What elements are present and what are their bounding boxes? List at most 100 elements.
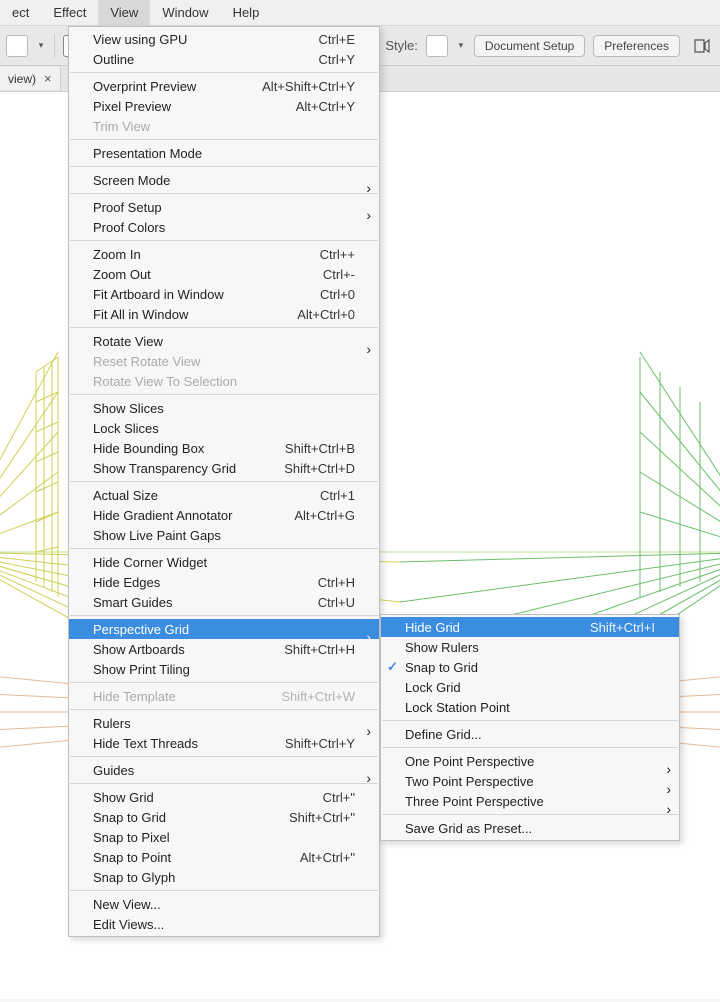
view-menu-item-proof-colors[interactable]: Proof Colors — [69, 217, 379, 237]
document-tab[interactable]: view) × — [0, 67, 61, 90]
view-menu-item-snap-to-grid[interactable]: Snap to GridShift+Ctrl+" — [69, 807, 379, 827]
menu-item-effect[interactable]: Effect — [41, 0, 98, 25]
view-menu-item-edit-views[interactable]: Edit Views... — [69, 914, 379, 934]
view-menu-item-pixel-preview[interactable]: Pixel PreviewAlt+Ctrl+Y — [69, 96, 379, 116]
menu-separator — [70, 166, 378, 167]
view-menu-item-hide-gradient-annotator[interactable]: Hide Gradient AnnotatorAlt+Ctrl+G — [69, 505, 379, 525]
document-setup-button[interactable]: Document Setup — [474, 35, 585, 57]
view-menu-item-overprint-preview[interactable]: Overprint Preview Alt+Shift+Ctrl+Y — [69, 76, 379, 96]
menu-separator — [70, 783, 378, 784]
menu-item-shortcut: Alt+Shift+Ctrl+Y — [262, 79, 355, 94]
view-menu-item-actual-size[interactable]: Actual SizeCtrl+1 — [69, 485, 379, 505]
submenu-item-lock-grid[interactable]: Lock Grid — [381, 677, 679, 697]
view-menu-item-zoom-in[interactable]: Zoom InCtrl++ — [69, 244, 379, 264]
menu-item-shortcut: Ctrl+" — [323, 790, 355, 805]
menu-item-shortcut: Shift+Ctrl+D — [284, 461, 355, 476]
menu-item-label: Show Print Tiling — [93, 662, 355, 677]
style-dropdown-icon[interactable] — [456, 40, 466, 52]
view-menu-item-fit-all-in-window[interactable]: Fit All in WindowAlt+Ctrl+0 — [69, 304, 379, 324]
view-menu-item-smart-guides[interactable]: Smart Guides Ctrl+U — [69, 592, 379, 612]
menu-item-shortcut: Ctrl+H — [318, 575, 355, 590]
menu-item-shortcut: Alt+Ctrl+Y — [296, 99, 355, 114]
menu-separator — [382, 720, 678, 721]
submenu-item-snap-to-grid[interactable]: Snap to Grid — [381, 657, 679, 677]
view-menu-item-view-using-gpu[interactable]: View using GPUCtrl+E — [69, 29, 379, 49]
menu-item-view[interactable]: View — [98, 0, 150, 25]
menu-separator — [70, 394, 378, 395]
menu-item-select[interactable]: ect — [0, 0, 41, 25]
view-menu-item-fit-artboard-in-window[interactable]: Fit Artboard in WindowCtrl+0 — [69, 284, 379, 304]
submenu-item-three-point-perspective[interactable]: Three Point Perspective — [381, 791, 679, 811]
submenu-item-one-point-perspective[interactable]: One Point Perspective — [381, 751, 679, 771]
view-menu-item-hide-template: Hide TemplateShift+Ctrl+W — [69, 686, 379, 706]
menu-item-label: Three Point Perspective — [405, 794, 655, 809]
menu-item-label: Guides — [93, 763, 355, 778]
menu-item-label: Rotate View — [93, 334, 355, 349]
menu-item-shortcut: Alt+Ctrl+0 — [297, 307, 355, 322]
view-menu-item-lock-slices[interactable]: Lock Slices — [69, 418, 379, 438]
submenu-item-save-grid-as-preset[interactable]: Save Grid as Preset... — [381, 818, 679, 838]
view-menu-item-show-transparency-grid[interactable]: Show Transparency Grid Shift+Ctrl+D — [69, 458, 379, 478]
menu-item-shortcut: Alt+Ctrl+" — [300, 850, 355, 865]
view-menu-item-rotate-view-to-selection: Rotate View To Selection — [69, 371, 379, 391]
fill-dropdown-icon[interactable] — [36, 40, 46, 52]
close-icon[interactable]: × — [44, 71, 52, 86]
menu-item-label: Fit Artboard in Window — [93, 287, 296, 302]
submenu-item-hide-grid[interactable]: Hide GridShift+Ctrl+I — [381, 617, 679, 637]
menu-item-label: Zoom In — [93, 247, 296, 262]
menu-separator — [70, 481, 378, 482]
view-menu-item-outline[interactable]: OutlineCtrl+Y — [69, 49, 379, 69]
style-swatch[interactable] — [426, 35, 448, 57]
submenu-item-two-point-perspective[interactable]: Two Point Perspective — [381, 771, 679, 791]
menu-item-label: Smart Guides — [93, 595, 294, 610]
panel-toggle-icon[interactable] — [688, 33, 714, 59]
view-menu-item-show-grid[interactable]: Show GridCtrl+" — [69, 787, 379, 807]
menu-item-label: View using GPU — [93, 32, 295, 47]
view-menu-item-rulers[interactable]: Rulers — [69, 713, 379, 733]
menu-item-label: Show Rulers — [405, 640, 655, 655]
view-menu-item-hide-corner-widget[interactable]: Hide Corner Widget — [69, 552, 379, 572]
menu-item-shortcut: Ctrl+U — [318, 595, 355, 610]
menu-item-label: Snap to Pixel — [93, 830, 355, 845]
submenu-item-show-rulers[interactable]: Show Rulers — [381, 637, 679, 657]
menu-item-label: Hide Bounding Box — [93, 441, 261, 456]
view-menu-item-perspective-grid[interactable]: Perspective Grid — [69, 619, 379, 639]
menu-item-label: New View... — [93, 897, 355, 912]
view-menu-item-screen-mode[interactable]: Screen Mode — [69, 170, 379, 190]
view-menu-item-snap-to-point[interactable]: Snap to PointAlt+Ctrl+" — [69, 847, 379, 867]
menu-separator — [70, 890, 378, 891]
menu-item-label: Lock Slices — [93, 421, 355, 436]
view-menu-item-show-artboards[interactable]: Show ArtboardsShift+Ctrl+H — [69, 639, 379, 659]
view-menu-item-hide-bounding-box[interactable]: Hide Bounding BoxShift+Ctrl+B — [69, 438, 379, 458]
view-menu-item-snap-to-pixel[interactable]: Snap to Pixel — [69, 827, 379, 847]
view-menu-item-guides[interactable]: Guides — [69, 760, 379, 780]
menu-item-shortcut: Shift+Ctrl+I — [590, 620, 655, 635]
fill-swatch[interactable] — [6, 35, 28, 57]
view-menu-item-hide-edges[interactable]: Hide Edges Ctrl+H — [69, 572, 379, 592]
menu-item-shortcut: Shift+Ctrl+Y — [285, 736, 355, 751]
menu-item-label: Overprint Preview — [93, 79, 238, 94]
menu-item-label: Show Transparency Grid — [93, 461, 260, 476]
menu-item-shortcut: Ctrl+1 — [320, 488, 355, 503]
submenu-item-lock-station-point[interactable]: Lock Station Point — [381, 697, 679, 717]
view-menu-item-snap-to-glyph[interactable]: Snap to Glyph — [69, 867, 379, 887]
view-menu-item-hide-text-threads[interactable]: Hide Text ThreadsShift+Ctrl+Y — [69, 733, 379, 753]
perspective-grid-submenu: Hide GridShift+Ctrl+I Show Rulers Snap to … — [380, 614, 680, 841]
view-menu-item-show-print-tiling[interactable]: Show Print Tiling — [69, 659, 379, 679]
submenu-item-define-grid[interactable]: Define Grid... — [381, 724, 679, 744]
view-menu-item-show-live-paint-gaps[interactable]: Show Live Paint Gaps — [69, 525, 379, 545]
view-menu-item-rotate-view[interactable]: Rotate View — [69, 331, 379, 351]
view-menu-item-proof-setup[interactable]: Proof Setup — [69, 197, 379, 217]
menu-item-shortcut: Ctrl+- — [323, 267, 355, 282]
view-menu-item-presentation-mode[interactable]: Presentation Mode — [69, 143, 379, 163]
menu-separator — [70, 240, 378, 241]
preferences-button[interactable]: Preferences — [593, 35, 680, 57]
menu-item-shortcut: Shift+Ctrl+W — [281, 689, 355, 704]
view-menu-item-show-slices[interactable]: Show Slices — [69, 398, 379, 418]
view-menu-item-new-view[interactable]: New View... — [69, 894, 379, 914]
menu-item-help[interactable]: Help — [221, 0, 272, 25]
menu-item-window[interactable]: Window — [150, 0, 220, 25]
view-menu-item-zoom-out[interactable]: Zoom OutCtrl+- — [69, 264, 379, 284]
view-menu-item-reset-rotate-view: Reset Rotate View — [69, 351, 379, 371]
menu-item-label: Hide Edges — [93, 575, 294, 590]
